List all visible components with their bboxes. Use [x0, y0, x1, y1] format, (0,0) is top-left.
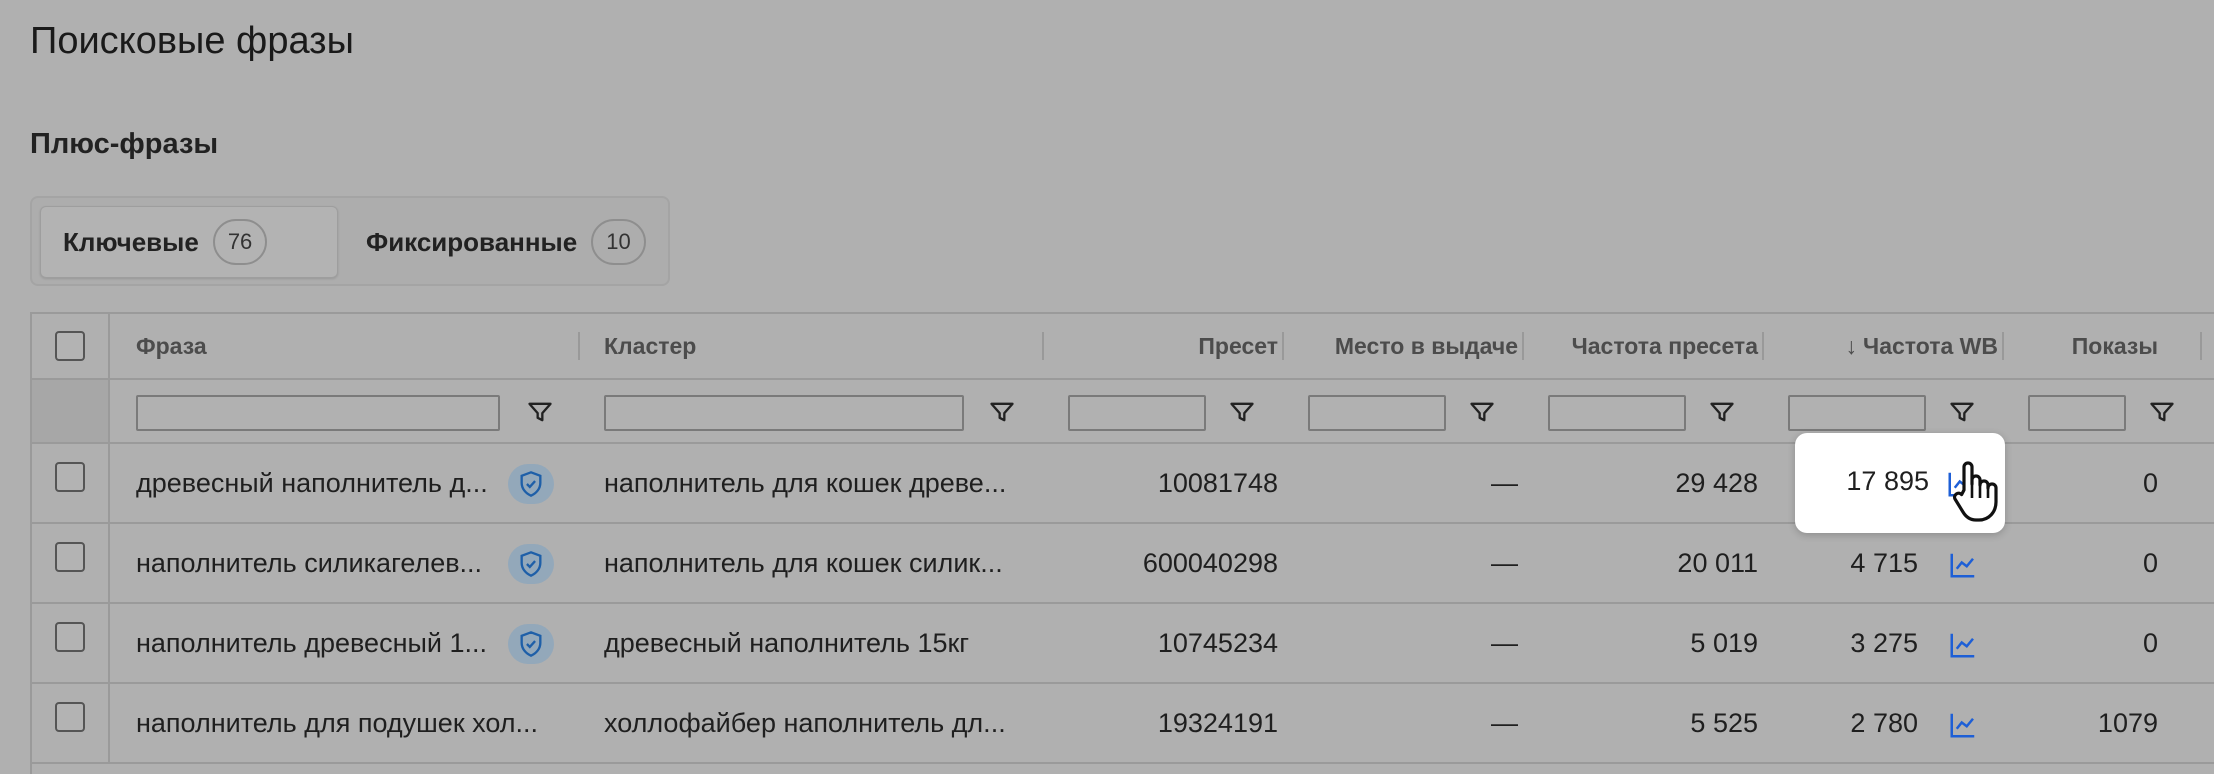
column-divider[interactable]: [1522, 332, 1524, 360]
tab-fixed[interactable]: Фиксированные 10: [344, 206, 668, 278]
wb-frequency-cell: 2 780: [1850, 707, 1918, 738]
phrases-table: Фраза Кластер Пресет Место в выдаче Част…: [30, 312, 2214, 774]
phrase-cell: наполнитель для подушек хол...: [136, 707, 539, 738]
line-chart-icon[interactable]: [1948, 550, 1978, 580]
position-cell: —: [1491, 547, 1518, 578]
cluster-cell: древесный наполнитель 15кг: [604, 627, 970, 658]
phrase-cell: наполнитель древесный 1...: [136, 627, 487, 658]
shows-cell: 0: [2142, 467, 2158, 498]
row-select-cell: [32, 524, 110, 602]
filter-icon[interactable]: [2148, 398, 2176, 426]
shield-check-icon: [508, 464, 554, 504]
filter-icon[interactable]: [1468, 398, 1496, 426]
position-filter-input[interactable]: [1308, 395, 1446, 431]
shows-cell: 0: [2142, 627, 2158, 658]
filter-icon[interactable]: [1708, 398, 1736, 426]
cluster-cell: холлофайбер наполнитель дл...: [604, 707, 1006, 738]
tab-keywords-label: Ключевые: [63, 226, 199, 257]
filter-icon[interactable]: [526, 398, 554, 426]
column-divider[interactable]: [2002, 332, 2004, 360]
filter-icon[interactable]: [1228, 398, 1256, 426]
table-row[interactable]: наполнитель силикагелев... наполнитель д…: [32, 524, 2214, 604]
section-title: Плюс-фразы: [30, 128, 219, 160]
table-row[interactable]: наполнитель древесный 1... древесный нап…: [32, 604, 2214, 684]
column-divider[interactable]: [578, 332, 580, 360]
filter-icon[interactable]: [1948, 398, 1976, 426]
row-checkbox[interactable]: [55, 702, 85, 732]
wb-frequency-cell: 3 275: [1850, 627, 1918, 658]
cluster-cell: наполнитель для кошек древе...: [604, 467, 1007, 498]
column-header-wb-frequency-label: Частота WB: [1863, 332, 1998, 359]
tab-keywords-count: 76: [212, 219, 268, 265]
filter-row-spacer: [32, 380, 110, 442]
column-header-shows[interactable]: Показы: [2012, 314, 2158, 378]
hand-pointer-icon: [1953, 461, 1998, 522]
column-divider[interactable]: [2200, 332, 2202, 360]
shows-cell: 1079: [2097, 707, 2158, 738]
position-cell: —: [1491, 627, 1518, 658]
column-divider[interactable]: [1282, 332, 1284, 360]
position-cell: —: [1491, 467, 1518, 498]
preset-cell: 19324191: [1157, 707, 1278, 738]
phrase-cell: наполнитель силикагелев...: [136, 547, 483, 578]
row-checkbox[interactable]: [55, 542, 85, 572]
preset-filter-input[interactable]: [1068, 395, 1206, 431]
preset-cell: 10745234: [1157, 627, 1278, 658]
row-select-cell: [32, 604, 110, 682]
wb-frequency-filter-input[interactable]: [1788, 395, 1926, 431]
preset-frequency-cell: 29 428: [1675, 467, 1758, 498]
preset-frequency-cell: 5 019: [1690, 627, 1758, 658]
phrase-filter-input[interactable]: [136, 395, 500, 431]
column-header-wb-frequency[interactable]: ↓ Частота WB: [1772, 314, 1998, 378]
table-row[interactable]: наполнитель для подушек хол... холлофайб…: [32, 684, 2214, 764]
line-chart-icon[interactable]: [1948, 710, 1978, 740]
preset-cell: 10081748: [1157, 467, 1278, 498]
tab-group: Ключевые 76 Фиксированные 10: [30, 196, 670, 286]
wb-frequency-cell: 4 715: [1850, 547, 1918, 578]
preset-cell: 600040298: [1142, 547, 1278, 578]
shield-check-icon: [508, 624, 554, 664]
column-header-phrase[interactable]: Фраза: [136, 314, 207, 378]
shows-filter-input[interactable]: [2028, 395, 2126, 431]
row-select-cell: [32, 684, 110, 762]
column-header-cluster[interactable]: Кластер: [604, 314, 696, 378]
row-select-cell: [32, 444, 110, 522]
cluster-cell: наполнитель для кошек силик...: [604, 547, 1003, 578]
column-header-preset-frequency[interactable]: Частота пресета: [1532, 314, 1758, 378]
line-chart-icon[interactable]: [1948, 630, 1978, 660]
tab-fixed-count: 10: [591, 219, 646, 265]
tab-fixed-label: Фиксированные: [366, 226, 578, 257]
select-all-checkbox[interactable]: [55, 331, 85, 361]
table-header-row: Фраза Кластер Пресет Место в выдаче Част…: [32, 314, 2214, 380]
shield-check-icon: [508, 544, 554, 584]
wb-frequency-cell: 17 895: [1846, 466, 1929, 496]
column-divider[interactable]: [1762, 332, 1764, 360]
page-title: Поисковые фразы: [30, 20, 354, 62]
row-checkbox[interactable]: [55, 622, 85, 652]
preset-frequency-cell: 5 525: [1690, 707, 1758, 738]
column-header-preset[interactable]: Пресет: [1052, 314, 1278, 378]
preset-frequency-filter-input[interactable]: [1548, 395, 1686, 431]
column-divider[interactable]: [1042, 332, 1044, 360]
cluster-filter-input[interactable]: [604, 395, 964, 431]
row-checkbox[interactable]: [55, 462, 85, 492]
sort-desc-arrow-icon: ↓: [1845, 332, 1858, 359]
column-header-position[interactable]: Место в выдаче: [1292, 314, 1518, 378]
position-cell: —: [1491, 707, 1518, 738]
phrase-cell: древесный наполнитель д...: [136, 467, 488, 498]
shows-cell: 0: [2142, 547, 2158, 578]
filter-icon[interactable]: [988, 398, 1016, 426]
tab-keywords[interactable]: Ключевые 76: [40, 206, 338, 278]
select-all-cell: [32, 314, 110, 378]
preset-frequency-cell: 20 011: [1677, 547, 1758, 578]
